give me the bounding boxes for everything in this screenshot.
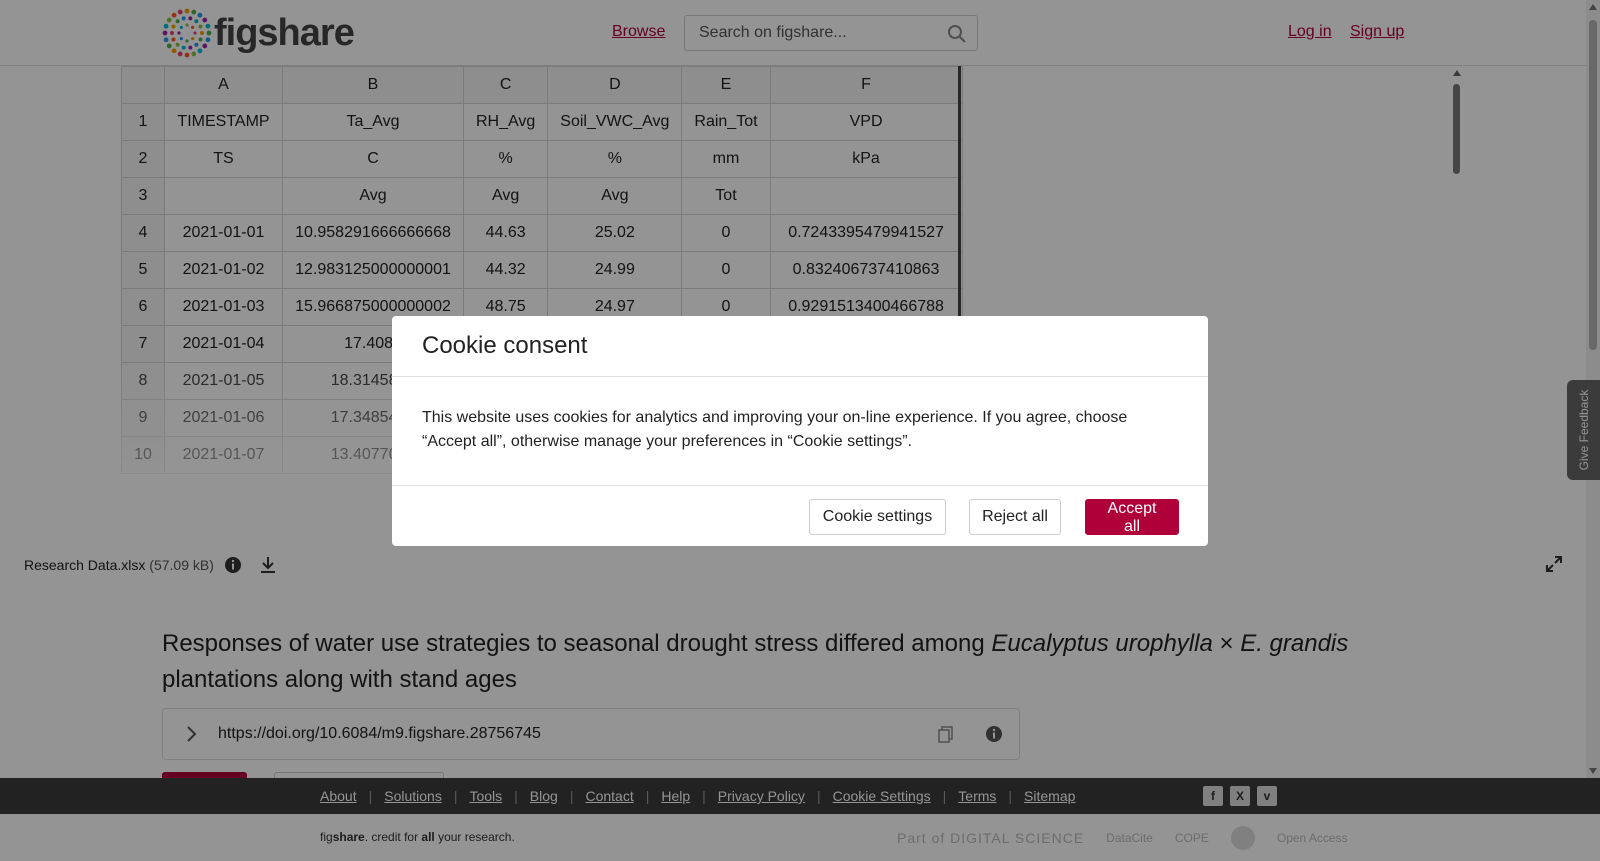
dialog-title: Cookie consent: [422, 332, 588, 359]
cookie-settings-button[interactable]: Cookie settings: [809, 499, 946, 535]
accept-all-button[interactable]: Accept all: [1085, 499, 1179, 535]
dialog-header: Cookie consent: [392, 316, 1208, 377]
cookie-consent-dialog: Cookie consent This website uses cookies…: [392, 316, 1208, 546]
dialog-divider: [392, 485, 1208, 486]
dialog-message: This website uses cookies for analytics …: [422, 409, 1128, 450]
reject-all-button[interactable]: Reject all: [969, 499, 1061, 535]
